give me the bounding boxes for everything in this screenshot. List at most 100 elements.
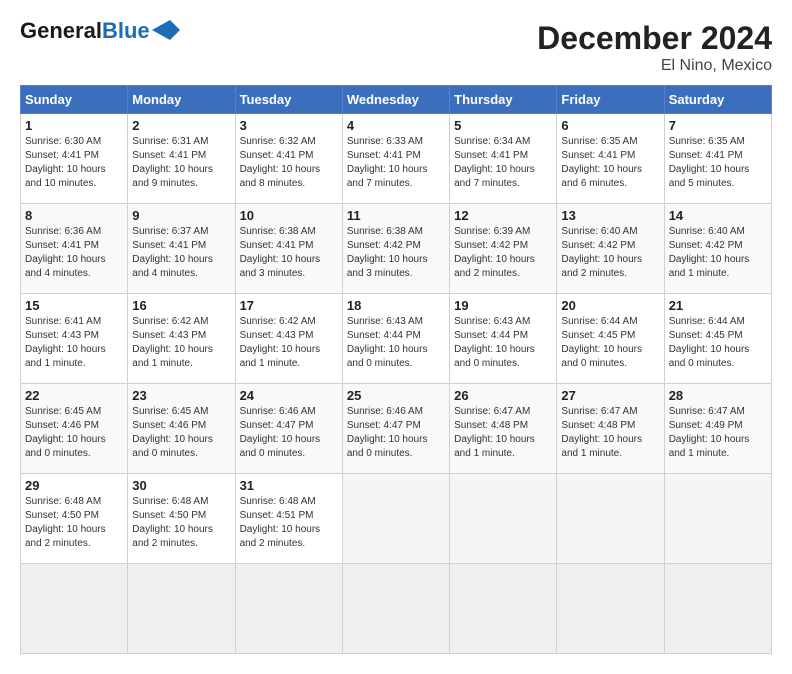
title-block: December 2024 El Nino, Mexico — [537, 20, 772, 75]
calendar-week-row: 15 Sunrise: 6:41 AM Sunset: 4:43 PM Dayli… — [21, 294, 772, 384]
calendar-day-cell: 25 Sunrise: 6:46 AM Sunset: 4:47 PM Dayli… — [342, 384, 449, 474]
day-info: Sunrise: 6:39 AM Sunset: 4:42 PM Dayligh… — [454, 225, 552, 281]
calendar-day-cell: 17 Sunrise: 6:42 AM Sunset: 4:43 PM Dayli… — [235, 294, 342, 384]
day-number: 26 — [454, 388, 552, 403]
day-number: 18 — [347, 298, 445, 313]
day-number: 24 — [240, 388, 338, 403]
calendar-week-row: 1 Sunrise: 6:30 AM Sunset: 4:41 PM Daylig… — [21, 114, 772, 204]
logo-text: GeneralBlue — [20, 20, 150, 42]
day-info: Sunrise: 6:46 AM Sunset: 4:47 PM Dayligh… — [347, 405, 445, 461]
day-number: 19 — [454, 298, 552, 313]
day-info: Sunrise: 6:43 AM Sunset: 4:44 PM Dayligh… — [347, 315, 445, 371]
day-number: 31 — [240, 478, 338, 493]
calendar-day-cell: 1 Sunrise: 6:30 AM Sunset: 4:41 PM Daylig… — [21, 114, 128, 204]
calendar-day-cell: 24 Sunrise: 6:46 AM Sunset: 4:47 PM Dayli… — [235, 384, 342, 474]
day-info: Sunrise: 6:37 AM Sunset: 4:41 PM Dayligh… — [132, 225, 230, 281]
day-info: Sunrise: 6:40 AM Sunset: 4:42 PM Dayligh… — [561, 225, 659, 281]
calendar-day-cell — [342, 474, 449, 564]
day-number: 17 — [240, 298, 338, 313]
day-number: 22 — [25, 388, 123, 403]
calendar-day-cell — [557, 564, 664, 654]
calendar-day-cell — [557, 474, 664, 564]
day-info: Sunrise: 6:45 AM Sunset: 4:46 PM Dayligh… — [132, 405, 230, 461]
day-info: Sunrise: 6:48 AM Sunset: 4:50 PM Dayligh… — [132, 495, 230, 551]
calendar-day-cell: 22 Sunrise: 6:45 AM Sunset: 4:46 PM Dayli… — [21, 384, 128, 474]
day-number: 30 — [132, 478, 230, 493]
logo-general: General — [20, 18, 102, 43]
calendar-day-cell: 29 Sunrise: 6:48 AM Sunset: 4:50 PM Dayli… — [21, 474, 128, 564]
day-info: Sunrise: 6:42 AM Sunset: 4:43 PM Dayligh… — [240, 315, 338, 371]
day-info: Sunrise: 6:48 AM Sunset: 4:51 PM Dayligh… — [240, 495, 338, 551]
calendar-day-cell: 5 Sunrise: 6:34 AM Sunset: 4:41 PM Daylig… — [450, 114, 557, 204]
day-info: Sunrise: 6:31 AM Sunset: 4:41 PM Dayligh… — [132, 135, 230, 191]
calendar-day-cell — [450, 564, 557, 654]
calendar-day-cell: 3Sunrise: 6:32 AM Sunset: 4:41 PM Daylig… — [235, 114, 342, 204]
day-number: 28 — [669, 388, 767, 403]
calendar-day-cell: 28 Sunrise: 6:47 AM Sunset: 4:49 PM Dayli… — [664, 384, 771, 474]
calendar-day-cell — [128, 564, 235, 654]
day-number: 11 — [347, 208, 445, 223]
calendar-day-cell: 23Sunrise: 6:45 AM Sunset: 4:46 PM Dayli… — [128, 384, 235, 474]
day-number: 15 — [25, 298, 123, 313]
day-number: 10 — [240, 208, 338, 223]
day-info: Sunrise: 6:38 AM Sunset: 4:42 PM Dayligh… — [347, 225, 445, 281]
day-info: Sunrise: 6:48 AM Sunset: 4:50 PM Dayligh… — [25, 495, 123, 551]
calendar-day-cell: 31 Sunrise: 6:48 AM Sunset: 4:51 PM Dayli… — [235, 474, 342, 564]
calendar-day-cell: 18 Sunrise: 6:43 AM Sunset: 4:44 PM Dayli… — [342, 294, 449, 384]
day-info: Sunrise: 6:45 AM Sunset: 4:46 PM Dayligh… — [25, 405, 123, 461]
day-number: 9 — [132, 208, 230, 223]
day-number: 5 — [454, 118, 552, 133]
calendar-day-cell: 15 Sunrise: 6:41 AM Sunset: 4:43 PM Dayli… — [21, 294, 128, 384]
calendar-table: SundayMondayTuesdayWednesdayThursdayFrid… — [20, 85, 772, 654]
calendar-day-cell: 16Sunrise: 6:42 AM Sunset: 4:43 PM Dayli… — [128, 294, 235, 384]
calendar-header-sunday: Sunday — [21, 86, 128, 114]
calendar-header-tuesday: Tuesday — [235, 86, 342, 114]
day-info: Sunrise: 6:35 AM Sunset: 4:41 PM Dayligh… — [669, 135, 767, 191]
calendar-week-row: 8Sunrise: 6:36 AM Sunset: 4:41 PM Daylig… — [21, 204, 772, 294]
day-number: 12 — [454, 208, 552, 223]
day-info: Sunrise: 6:30 AM Sunset: 4:41 PM Dayligh… — [25, 135, 123, 191]
calendar-week-row: 29 Sunrise: 6:48 AM Sunset: 4:50 PM Dayli… — [21, 474, 772, 564]
calendar-day-cell: 7 Sunrise: 6:35 AM Sunset: 4:41 PM Daylig… — [664, 114, 771, 204]
day-info: Sunrise: 6:44 AM Sunset: 4:45 PM Dayligh… — [561, 315, 659, 371]
calendar-header-monday: Monday — [128, 86, 235, 114]
day-number: 6 — [561, 118, 659, 133]
day-number: 3 — [240, 118, 338, 133]
calendar-day-cell — [664, 474, 771, 564]
calendar-day-cell: 10Sunrise: 6:38 AM Sunset: 4:41 PM Dayli… — [235, 204, 342, 294]
day-info: Sunrise: 6:33 AM Sunset: 4:41 PM Dayligh… — [347, 135, 445, 191]
day-number: 25 — [347, 388, 445, 403]
day-info: Sunrise: 6:46 AM Sunset: 4:47 PM Dayligh… — [240, 405, 338, 461]
day-info: Sunrise: 6:47 AM Sunset: 4:48 PM Dayligh… — [454, 405, 552, 461]
calendar-day-cell: 14Sunrise: 6:40 AM Sunset: 4:42 PM Dayli… — [664, 204, 771, 294]
day-info: Sunrise: 6:47 AM Sunset: 4:49 PM Dayligh… — [669, 405, 767, 461]
logo-arrow-icon — [152, 20, 180, 40]
day-number: 29 — [25, 478, 123, 493]
calendar-day-cell: 20 Sunrise: 6:44 AM Sunset: 4:45 PM Dayli… — [557, 294, 664, 384]
day-info: Sunrise: 6:41 AM Sunset: 4:43 PM Dayligh… — [25, 315, 123, 371]
calendar-week-row: 22 Sunrise: 6:45 AM Sunset: 4:46 PM Dayli… — [21, 384, 772, 474]
day-info: Sunrise: 6:35 AM Sunset: 4:41 PM Dayligh… — [561, 135, 659, 191]
day-number: 13 — [561, 208, 659, 223]
day-number: 1 — [25, 118, 123, 133]
day-number: 8 — [25, 208, 123, 223]
calendar-day-cell: 26 Sunrise: 6:47 AM Sunset: 4:48 PM Dayli… — [450, 384, 557, 474]
calendar-header-row: SundayMondayTuesdayWednesdayThursdayFrid… — [21, 86, 772, 114]
day-info: Sunrise: 6:44 AM Sunset: 4:45 PM Dayligh… — [669, 315, 767, 371]
day-number: 16 — [132, 298, 230, 313]
page-header: GeneralBlue December 2024 El Nino, Mexic… — [20, 20, 772, 75]
calendar-day-cell: 11 Sunrise: 6:38 AM Sunset: 4:42 PM Dayli… — [342, 204, 449, 294]
calendar-week-row — [21, 564, 772, 654]
day-number: 4 — [347, 118, 445, 133]
calendar-day-cell — [235, 564, 342, 654]
day-number: 20 — [561, 298, 659, 313]
calendar-day-cell: 12 Sunrise: 6:39 AM Sunset: 4:42 PM Dayli… — [450, 204, 557, 294]
day-number: 27 — [561, 388, 659, 403]
calendar-day-cell: 13 Sunrise: 6:40 AM Sunset: 4:42 PM Dayli… — [557, 204, 664, 294]
calendar-day-cell: 19Sunrise: 6:43 AM Sunset: 4:44 PM Dayli… — [450, 294, 557, 384]
logo: GeneralBlue — [20, 20, 180, 42]
calendar-day-cell: 4 Sunrise: 6:33 AM Sunset: 4:41 PM Daylig… — [342, 114, 449, 204]
calendar-day-cell — [450, 474, 557, 564]
day-info: Sunrise: 6:34 AM Sunset: 4:41 PM Dayligh… — [454, 135, 552, 191]
day-number: 7 — [669, 118, 767, 133]
